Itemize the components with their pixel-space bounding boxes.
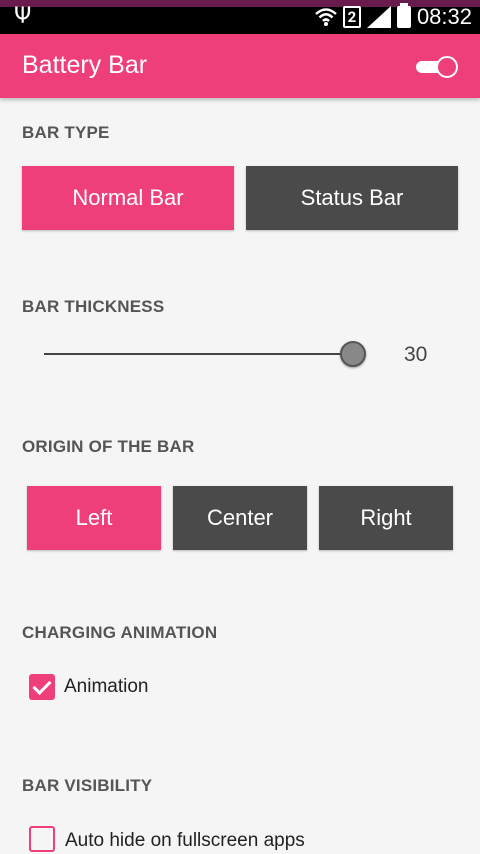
origin-center-button[interactable]: Center — [173, 486, 307, 550]
status-bar-button[interactable]: Status Bar — [246, 166, 458, 230]
section-bar-type-title: BAR TYPE — [22, 123, 110, 142]
app-title: Battery Bar — [22, 51, 148, 79]
origin-right-button[interactable]: Right — [319, 486, 453, 550]
auto-hide-checkbox[interactable] — [29, 826, 55, 852]
status-bar: Ψ 2 08:32 — [0, 0, 480, 34]
battery-icon — [396, 3, 411, 28]
toggle-thumb — [436, 56, 458, 78]
sim-indicator: 2 — [342, 6, 361, 28]
auto-hide-label[interactable]: Auto hide on fullscreen apps — [65, 830, 305, 852]
normal-bar-button[interactable]: Normal Bar — [22, 166, 234, 230]
section-bar-thickness-title: BAR THICKNESS — [22, 297, 165, 316]
animation-checkbox[interactable] — [29, 674, 55, 700]
status-icons: 2 08:32 — [315, 3, 472, 30]
thickness-value: 30 — [404, 343, 428, 366]
usb-icon: Ψ — [14, 4, 32, 29]
signal-icon — [366, 6, 391, 28]
section-bar-visibility-title: BAR VISIBILITY — [22, 776, 153, 795]
thickness-slider-thumb[interactable] — [340, 341, 366, 367]
origin-left-button[interactable]: Left — [27, 486, 161, 550]
wifi-icon — [315, 8, 337, 26]
master-toggle[interactable] — [416, 56, 460, 78]
animation-label[interactable]: Animation — [64, 676, 149, 698]
section-origin-title: ORIGIN OF THE BAR — [22, 437, 195, 456]
thickness-slider-track[interactable] — [44, 353, 354, 355]
section-charging-animation-title: CHARGING ANIMATION — [22, 623, 218, 642]
app-bar: Battery Bar — [0, 34, 480, 98]
clock: 08:32 — [416, 4, 472, 29]
